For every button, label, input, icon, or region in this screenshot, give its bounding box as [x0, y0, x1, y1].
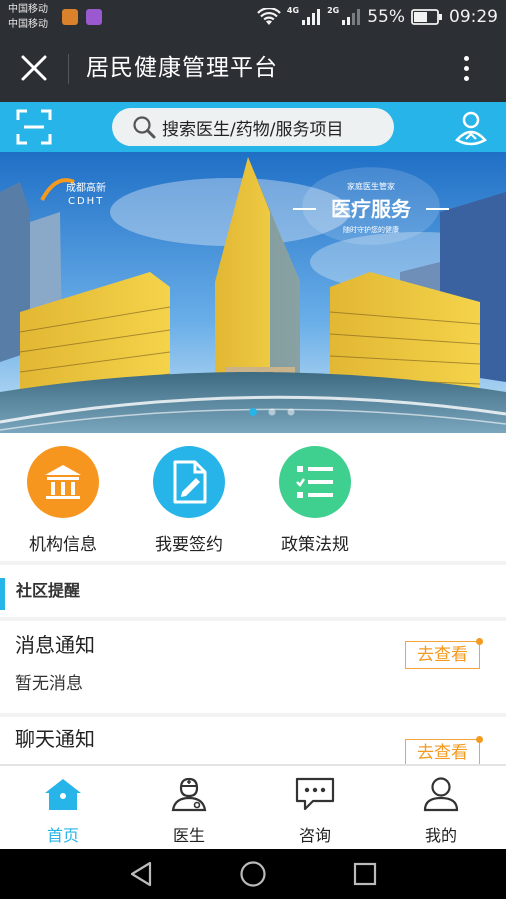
title-divider: [68, 54, 69, 84]
notice-subtitle: 暂无消息: [15, 674, 83, 694]
search-input[interactable]: 搜索医生/药物/服务项目: [112, 108, 394, 146]
community-section-header: 社区提醒: [0, 565, 506, 617]
more-dot-icon: [463, 65, 469, 71]
notice-title: 消息通知: [15, 633, 95, 657]
recents-square-icon: [353, 862, 377, 886]
user-profile-icon[interactable]: [454, 110, 488, 146]
notice-card-messages: 消息通知 暂无消息 去查看: [0, 621, 506, 713]
close-button[interactable]: [14, 48, 54, 88]
institution-icon-circle: [27, 446, 99, 518]
carrier-info: 中国移动 中国移动: [8, 2, 48, 32]
app-screen: 中国移动 中国移动 4G 2G 55% 09:29 居民健康管理平台 搜索医生/…: [0, 0, 506, 899]
unread-dot-icon: [476, 736, 483, 743]
status-bar: 中国移动 中国移动 4G 2G 55% 09:29: [0, 0, 506, 34]
scan-icon[interactable]: [16, 109, 52, 145]
title-bar: 居民健康管理平台: [0, 34, 506, 102]
more-options-button[interactable]: [448, 50, 484, 86]
section-title: 社区提醒: [16, 581, 81, 600]
clock: 09:29: [449, 7, 498, 27]
tab-home[interactable]: 首页: [0, 776, 126, 846]
banner-logo-en: CDHT: [68, 196, 104, 207]
promo-banner[interactable]: 成都高新 CDHT 家庭医生管家 医疗服务 随时守护您的健康: [0, 152, 506, 433]
banner-image: 成都高新 CDHT 家庭医生管家 医疗服务 随时守护您的健康: [0, 152, 506, 433]
system-nav-bar: [0, 849, 506, 899]
search-bar: 搜索医生/药物/服务项目: [0, 102, 506, 152]
signal-icon: [302, 9, 321, 25]
signal-2-icon: [342, 9, 361, 25]
search-placeholder: 搜索医生/药物/服务项目: [162, 119, 344, 140]
sign-document-icon: [173, 460, 207, 504]
banner-badge-main: 医疗服务: [331, 197, 412, 221]
section-accent-bar: [0, 578, 5, 610]
home-circle-icon: [240, 861, 266, 887]
notice-card-chat: 聊天通知 去查看: [0, 717, 506, 764]
bottom-tab-bar: 首页 医生 咨询 我的: [0, 764, 506, 849]
pager-dot-active[interactable]: [249, 408, 257, 416]
quick-item-policy[interactable]: 政策法规: [260, 446, 370, 555]
banner-badge-sub: 随时守护您的健康: [343, 225, 399, 234]
quick-label-policy: 政策法规: [281, 535, 349, 555]
banner-logo-cn: 成都高新: [66, 181, 106, 194]
tab-mine[interactable]: 我的: [378, 776, 504, 846]
policy-list-icon: [296, 466, 333, 498]
nav-recents-button[interactable]: [348, 858, 382, 890]
tab-label: 咨询: [298, 826, 331, 845]
notification-gallery-icon: [86, 9, 102, 25]
policy-icon-circle: [279, 446, 351, 518]
quick-label-institution: 机构信息: [29, 535, 97, 555]
nav-back-button[interactable]: [124, 858, 158, 890]
battery-percent: 55%: [367, 7, 405, 27]
back-triangle-icon: [130, 861, 152, 887]
page-title: 居民健康管理平台: [86, 55, 278, 81]
tab-label: 医生: [172, 826, 205, 845]
pager-dot[interactable]: [287, 408, 295, 416]
view-button-label: 去查看: [417, 645, 468, 665]
quick-item-sign[interactable]: 我要签约: [134, 446, 244, 555]
institution-icon: [45, 465, 81, 499]
banner-badge-top: 家庭医生管家: [347, 181, 395, 191]
wifi-icon: [257, 8, 281, 25]
carrier-2: 中国移动: [8, 19, 48, 30]
close-icon: [21, 55, 47, 81]
network-4g-label: 4G: [286, 6, 300, 15]
quick-label-sign: 我要签约: [155, 535, 223, 555]
doctor-icon: [171, 777, 207, 812]
view-messages-button[interactable]: 去查看: [405, 638, 483, 669]
view-button-label: 去查看: [417, 743, 468, 763]
user-icon: [423, 777, 459, 812]
sign-icon-circle: [153, 446, 225, 518]
home-icon: [45, 779, 81, 810]
more-dot-icon: [463, 55, 469, 61]
tab-label: 我的: [424, 826, 457, 845]
network-2g-label: 2G: [327, 6, 340, 15]
status-indicators: 4G 2G 55% 09:29: [257, 0, 498, 34]
search-icon: [133, 116, 156, 139]
carrier-1: 中国移动: [8, 4, 48, 15]
chat-icon: [295, 777, 335, 811]
quick-item-institution[interactable]: 机构信息: [8, 446, 118, 555]
battery-icon: [411, 9, 442, 25]
quick-menu: 机构信息 我要签约 政策法规: [0, 433, 506, 561]
view-chat-button[interactable]: 去查看: [405, 736, 483, 764]
tab-consult[interactable]: 咨询: [252, 776, 378, 846]
notification-app-icon: [62, 9, 78, 25]
tab-label: 首页: [46, 826, 79, 845]
nav-home-button[interactable]: [236, 858, 270, 890]
pager-dot[interactable]: [268, 408, 276, 416]
notice-title: 聊天通知: [15, 727, 95, 751]
unread-dot-icon: [476, 638, 483, 645]
more-dot-icon: [463, 75, 469, 81]
tab-doctor[interactable]: 医生: [126, 776, 252, 846]
